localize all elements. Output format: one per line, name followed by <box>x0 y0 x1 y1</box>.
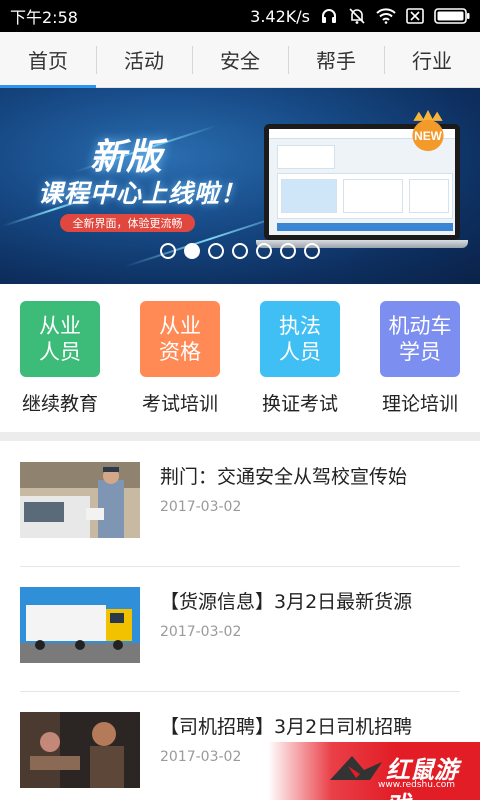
banner-subheadline: 课程中心上线啦！ <box>38 179 247 208</box>
status-bar: 下午2:58 3.42K/s <box>0 0 480 32</box>
tile-text: 资格 <box>159 340 201 364</box>
tab-industry[interactable]: 行业 <box>384 32 480 87</box>
news-thumbnail <box>20 712 140 788</box>
tab-helper[interactable]: 帮手 <box>288 32 384 87</box>
category-tile[interactable]: 从业 人员 <box>20 301 100 377</box>
mute-bell-icon <box>348 7 366 25</box>
news-date: 2017-03-02 <box>160 499 242 515</box>
news-date: 2017-03-02 <box>160 749 242 765</box>
news-date: 2017-03-02 <box>160 624 242 640</box>
battery-icon <box>434 8 470 24</box>
tab-label: 帮手 <box>316 49 356 73</box>
news-item[interactable]: 【货源信息】3月2日最新货源 2017-03-02 <box>0 566 480 692</box>
promo-banner[interactable]: 新版 课程中心上线啦！ 全新界面，体验更流畅 NEW <box>0 88 480 284</box>
headset-icon <box>320 7 338 25</box>
category-tile[interactable]: 从业 资格 <box>140 301 220 377</box>
carousel-dot[interactable] <box>280 243 296 259</box>
watermark-url: www.redshu.com <box>378 780 456 790</box>
tab-label: 首页 <box>28 49 68 73</box>
carousel-dot-active[interactable] <box>184 243 200 259</box>
news-title: 【司机招聘】3月2日司机招聘 <box>160 716 413 738</box>
tile-text: 从业 <box>39 314 81 338</box>
category-grid: 从业 人员 继续教育 从业 资格 考试培训 执法 人员 换证考试 机动车 学员 … <box>0 284 480 432</box>
category-label: 继续教育 <box>21 393 98 415</box>
news-title: 【货源信息】3月2日最新货源 <box>160 591 413 613</box>
news-item[interactable]: 荆门：交通安全从驾校宣传始 2017-03-02 <box>0 441 480 567</box>
category-continuing-education[interactable]: 从业 人员 继续教育 <box>0 284 120 432</box>
carousel-dot[interactable] <box>208 243 224 259</box>
category-theory-training[interactable]: 机动车 学员 理论培训 <box>360 284 480 432</box>
tab-safety[interactable]: 安全 <box>192 32 288 87</box>
network-speed: 3.42K/s <box>250 6 310 26</box>
news-thumbnail <box>20 462 140 538</box>
carousel-dot[interactable] <box>160 243 176 259</box>
category-license-renewal[interactable]: 执法 人员 换证考试 <box>240 284 360 432</box>
banner-headline: 新版 <box>90 137 163 178</box>
section-divider <box>0 432 480 441</box>
tile-text: 学员 <box>399 340 441 364</box>
tile-text: 人员 <box>39 340 81 364</box>
tab-home[interactable]: 首页 <box>0 32 96 88</box>
tab-label: 活动 <box>124 49 164 73</box>
banner-tagline: 全新界面，体验更流畅 <box>60 214 195 232</box>
category-label: 换证考试 <box>261 393 338 415</box>
tile-text: 执法 <box>279 314 321 338</box>
carousel-dot[interactable] <box>256 243 272 259</box>
news-title: 荆门：交通安全从驾校宣传始 <box>160 466 408 488</box>
tile-text: 机动车 <box>388 314 452 338</box>
tab-activities[interactable]: 活动 <box>96 32 192 87</box>
category-tile[interactable]: 机动车 学员 <box>380 301 460 377</box>
watermark-text: 红鼠游戏 <box>386 756 458 800</box>
watermark-logo-icon <box>330 756 382 780</box>
wifi-icon <box>376 8 396 24</box>
site-watermark: 红鼠游戏 www.redshu.com <box>268 742 480 800</box>
tile-text: 人员 <box>279 340 321 364</box>
carousel-dot[interactable] <box>304 243 320 259</box>
category-label: 考试培训 <box>141 393 218 415</box>
carousel-dot[interactable] <box>232 243 248 259</box>
category-tile[interactable]: 执法 人员 <box>260 301 340 377</box>
top-tab-bar: 首页 活动 安全 帮手 行业 <box>0 32 480 88</box>
carousel-indicator <box>160 243 320 259</box>
svg-text:NEW: NEW <box>414 129 443 143</box>
tab-label: 行业 <box>412 49 452 73</box>
no-sim-icon <box>406 8 424 24</box>
new-badge-icon: NEW <box>412 109 444 152</box>
news-thumbnail <box>20 587 140 663</box>
category-label: 理论培训 <box>381 393 458 415</box>
tab-label: 安全 <box>220 49 260 73</box>
category-exam-training[interactable]: 从业 资格 考试培训 <box>120 284 240 432</box>
tile-text: 从业 <box>159 314 201 338</box>
status-time: 下午2:58 <box>10 8 78 27</box>
